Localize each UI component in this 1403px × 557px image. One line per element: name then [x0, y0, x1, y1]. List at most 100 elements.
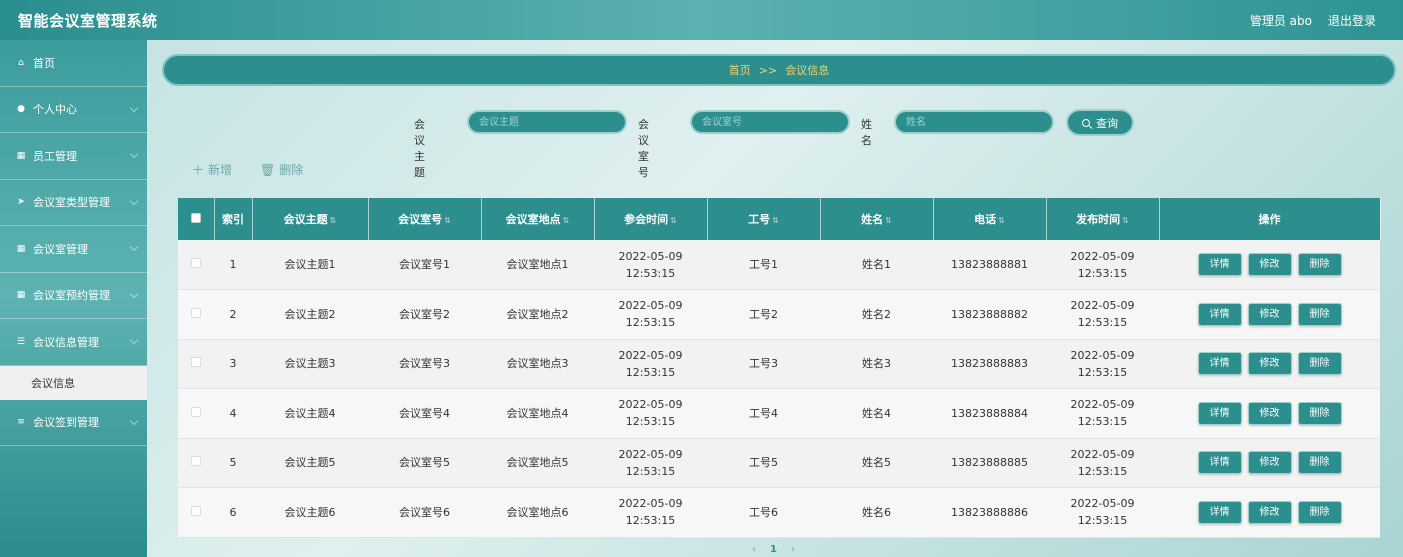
column-header[interactable]: 参会时间 ⇅ [594, 198, 708, 240]
select-all-cell[interactable] [178, 198, 215, 240]
cell-actions: 详情 修改 删除 [1159, 438, 1380, 488]
column-header[interactable]: 会议室号 ⇅ [368, 198, 482, 240]
sort-icon[interactable]: ⇅ [885, 216, 892, 225]
sidebar-item-checkin[interactable]: ≡ 会议签到管理 [0, 400, 147, 446]
row-select-cell[interactable] [178, 488, 214, 538]
cell-name: 姓名3 [862, 357, 891, 371]
sidebar-item-room[interactable]: ▦ 会议室管理 [0, 226, 147, 273]
column-header[interactable]: 工号 ⇅ [707, 198, 821, 240]
row-checkbox[interactable] [191, 258, 201, 268]
room-search-input[interactable] [690, 110, 850, 134]
column-header[interactable]: 发布时间 ⇅ [1046, 198, 1160, 240]
row-checkbox[interactable] [191, 406, 201, 417]
cell-idx: 3 [229, 357, 237, 371]
delete-button[interactable]: 删除 [1297, 451, 1342, 475]
edit-button[interactable]: 修改 [1247, 302, 1292, 326]
sidebar-item-staff[interactable]: ▦ 员工管理 [0, 133, 147, 180]
column-header[interactable]: 电话 ⇅ [933, 198, 1047, 240]
cell-name: 姓名5 [862, 456, 891, 470]
row-select-cell[interactable] [178, 339, 214, 389]
table-body: 1 会议主题1 会议室号1 会议室地点1 2022-05-09 12:53:15 工号1 姓… [178, 240, 1380, 537]
detail-button[interactable]: 详情 [1197, 253, 1242, 276]
sidebar-item-booking[interactable]: ▦ 会议室预约管理 [0, 273, 147, 319]
delete-button[interactable]: 删除 [1297, 302, 1342, 326]
column-header[interactable]: 会议主题 ⇅ [252, 198, 369, 240]
edit-button[interactable]: 修改 [1247, 451, 1292, 475]
edit-button[interactable]: 修改 [1247, 401, 1292, 425]
column-header-label: 发布时间 [1076, 213, 1121, 226]
row-select-cell[interactable] [178, 389, 214, 439]
chevron-down-icon [129, 289, 139, 298]
query-button[interactable]: 查询 [1066, 109, 1134, 136]
detail-button[interactable]: 详情 [1197, 401, 1242, 425]
breadcrumb-home[interactable]: 首页 [729, 62, 751, 78]
cell-pub: 2022-05-09 12:53:15 [1070, 249, 1135, 280]
edit-button[interactable]: 修改 [1247, 500, 1292, 524]
sidebar-subitem-meeting-info[interactable]: 会议信息 [0, 365, 147, 400]
sidebar-item-home[interactable]: ⌂ 首页 [0, 40, 147, 87]
row-checkbox[interactable] [191, 505, 201, 516]
name-search-input[interactable] [894, 110, 1054, 134]
cell-topic: 会议主题3 [284, 357, 336, 371]
home-icon: ⌂ [18, 57, 24, 68]
delete-button[interactable]: 删除 [1297, 352, 1342, 376]
table-header-row: 索引 会议主题 ⇅ 会议室号 ⇅ 会议室地点 ⇅ 参会时间 ⇅ 工号 ⇅ 姓名 ⇅ 电话 ⇅ … [178, 198, 1381, 240]
chevron-down-icon [129, 416, 139, 425]
topic-search-input[interactable] [467, 110, 627, 134]
cell-phone: 13823888885 [951, 456, 1028, 470]
cell-phone: 13823888884 [951, 406, 1028, 420]
cell-no: 工号6 [749, 505, 778, 519]
detail-button[interactable]: 详情 [1197, 500, 1242, 524]
cell-time: 2022-05-09 12:53:15 [618, 497, 683, 528]
pagination: ‹ 1 › [752, 544, 795, 555]
row-checkbox[interactable] [191, 456, 201, 467]
current-user[interactable]: 管理员 abo [1250, 12, 1312, 29]
edit-button[interactable]: 修改 [1247, 352, 1292, 376]
sort-icon[interactable]: ⇅ [330, 216, 337, 225]
row-checkbox[interactable] [191, 307, 201, 318]
sidebar-item-meeting-info[interactable]: ☰ 会议信息管理 [0, 319, 147, 366]
sort-icon[interactable]: ⇅ [1122, 216, 1129, 225]
add-button-label: 新增 [208, 163, 233, 177]
delete-button[interactable]: 删除 [1297, 401, 1342, 425]
cell-topic: 会议主题6 [284, 505, 336, 519]
detail-button[interactable]: 详情 [1197, 352, 1242, 376]
column-header-label: 电话 [974, 213, 997, 226]
cell-name: 姓名6 [862, 505, 891, 519]
cell-idx: 1 [229, 258, 237, 271]
sort-icon[interactable]: ⇅ [998, 216, 1005, 225]
cell-idx: 6 [229, 505, 237, 519]
page-number[interactable]: 1 [770, 544, 777, 555]
prev-page-button[interactable]: ‹ [752, 544, 756, 555]
cell-no: 工号1 [749, 258, 778, 271]
table-row: 3 会议主题3 会议室号3 会议室地点3 2022-05-09 12:53:15 工号3 姓… [178, 339, 1380, 389]
detail-button[interactable]: 详情 [1197, 451, 1242, 475]
logout-link[interactable]: 退出登录 [1328, 12, 1376, 29]
detail-button[interactable]: 详情 [1197, 302, 1242, 326]
delete-button[interactable]: 删除 [1297, 253, 1342, 276]
next-page-button[interactable]: › [791, 544, 795, 555]
sort-icon[interactable]: ⇅ [772, 216, 779, 225]
batch-delete-button[interactable]: 🗑 删除 [260, 161, 303, 178]
select-all-checkbox[interactable] [190, 212, 201, 223]
column-header[interactable]: 会议室地点 ⇅ [481, 198, 595, 240]
row-select-cell[interactable] [178, 240, 214, 290]
sort-icon[interactable]: ⇅ [670, 216, 677, 225]
row-select-cell[interactable] [178, 290, 214, 340]
breadcrumb-separator: >> [758, 63, 778, 77]
chevron-down-icon [129, 242, 139, 252]
row-checkbox[interactable] [191, 357, 201, 368]
delete-button[interactable]: 删除 [1297, 500, 1342, 524]
add-button[interactable]: ＋ 新增 [192, 161, 232, 178]
row-select-cell[interactable] [178, 438, 214, 488]
cell-pub: 2022-05-09 12:53:15 [1070, 398, 1135, 429]
column-header[interactable]: 姓名 ⇅ [820, 198, 934, 240]
sidebar-item-profile[interactable]: ● 个人中心 [0, 87, 147, 133]
edit-button[interactable]: 修改 [1247, 253, 1292, 276]
column-header: 索引 [214, 198, 253, 240]
sort-icon[interactable]: ⇅ [444, 216, 451, 225]
sidebar-item-room-type[interactable]: ➤ 会议室类型管理 [0, 180, 147, 226]
cell-topic: 会议主题1 [284, 258, 336, 271]
cell-place: 会议室地点6 [506, 505, 569, 519]
sort-icon[interactable]: ⇅ [563, 216, 570, 225]
